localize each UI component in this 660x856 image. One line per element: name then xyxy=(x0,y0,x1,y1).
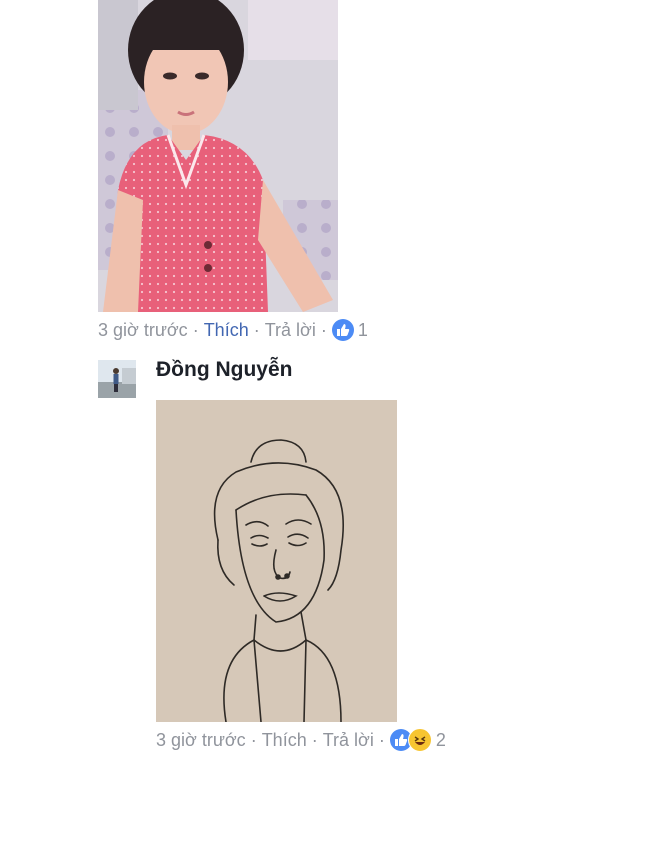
comment-sketch-image[interactable] xyxy=(156,400,397,722)
comment-author-name[interactable]: Đồng Nguyễn xyxy=(156,358,293,382)
reply-link[interactable]: Trả lời xyxy=(265,320,316,341)
comment-timestamp: 3 giờ trước xyxy=(156,729,246,750)
like-link[interactable]: Thích xyxy=(204,320,249,341)
reaction-count[interactable]: 2 xyxy=(436,730,446,751)
reply-link[interactable]: Trả lời xyxy=(323,730,374,751)
comment-actions: 3 giờ trước · Thích · Trả lời · 2 xyxy=(156,728,446,752)
comment-timestamp: 3 giờ trước xyxy=(98,319,188,340)
like-link[interactable]: Thích xyxy=(262,730,307,751)
avatar[interactable] xyxy=(98,360,136,398)
comment-actions: 3 giờ trước · Thích · Trả lời · 1 xyxy=(98,319,368,341)
comment-photo[interactable] xyxy=(98,0,338,312)
thumbs-up-icon[interactable] xyxy=(331,319,354,341)
reaction-count[interactable]: 1 xyxy=(358,320,368,341)
laughing-emoji-icon[interactable] xyxy=(407,728,432,752)
